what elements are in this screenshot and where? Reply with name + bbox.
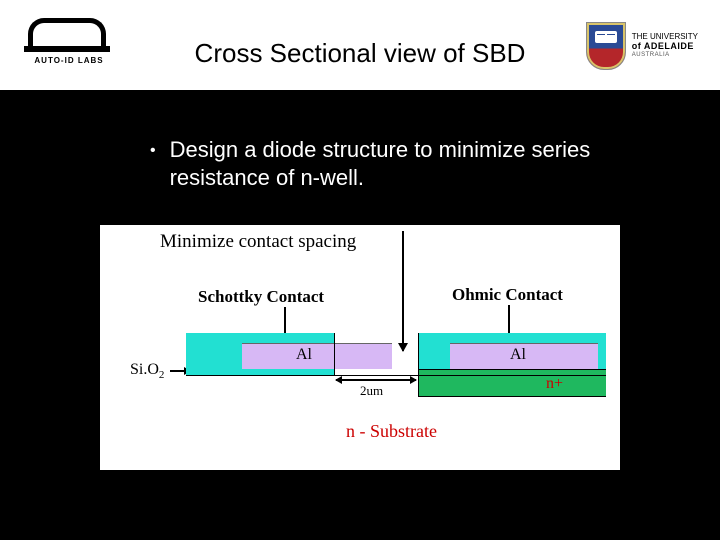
diagram-title: Minimize contact spacing (160, 231, 356, 253)
autoid-labs-logo: AUTO-ID LABS (28, 18, 110, 65)
schottky-contact-label: Schottky Contact (198, 287, 324, 307)
university-crest-icon (586, 22, 626, 70)
dimension-arrow-icon (336, 379, 416, 381)
bullet-marker-icon: • (150, 142, 156, 160)
cross-section-layers: Al Al n+ n - Substrate 2um (186, 333, 606, 463)
sio2-label: Si.O2 (130, 361, 164, 381)
university-name: THE UNIVERSITY of ADELAIDE AUSTRALIA (632, 33, 698, 58)
al-right-label: Al (510, 346, 526, 364)
gap-dimension: 2um (336, 377, 416, 395)
university-logo: THE UNIVERSITY of ADELAIDE AUSTRALIA (586, 22, 698, 70)
slide-body: • Design a diode structure to minimize s… (0, 90, 720, 191)
slide-title: Cross Sectional view of SBD (195, 38, 526, 69)
al-left-layer (242, 343, 392, 369)
n-substrate-label: n - Substrate (346, 421, 437, 442)
n-plus-label: n+ (546, 375, 563, 393)
n-plus-layer (418, 369, 606, 397)
bullet-text: Design a diode structure to minimize ser… (170, 136, 660, 191)
ohmic-contact-label: Ohmic Contact (452, 285, 563, 305)
al-left-label: Al (296, 346, 312, 364)
bullet-item: • Design a diode structure to minimize s… (150, 136, 660, 191)
slide-header: AUTO-ID LABS Cross Sectional view of SBD… (0, 0, 720, 90)
dimension-value: 2um (360, 383, 383, 399)
cross-section-diagram: Minimize contact spacing Schottky Contac… (100, 225, 620, 470)
autoid-labs-label: AUTO-ID LABS (28, 56, 110, 65)
